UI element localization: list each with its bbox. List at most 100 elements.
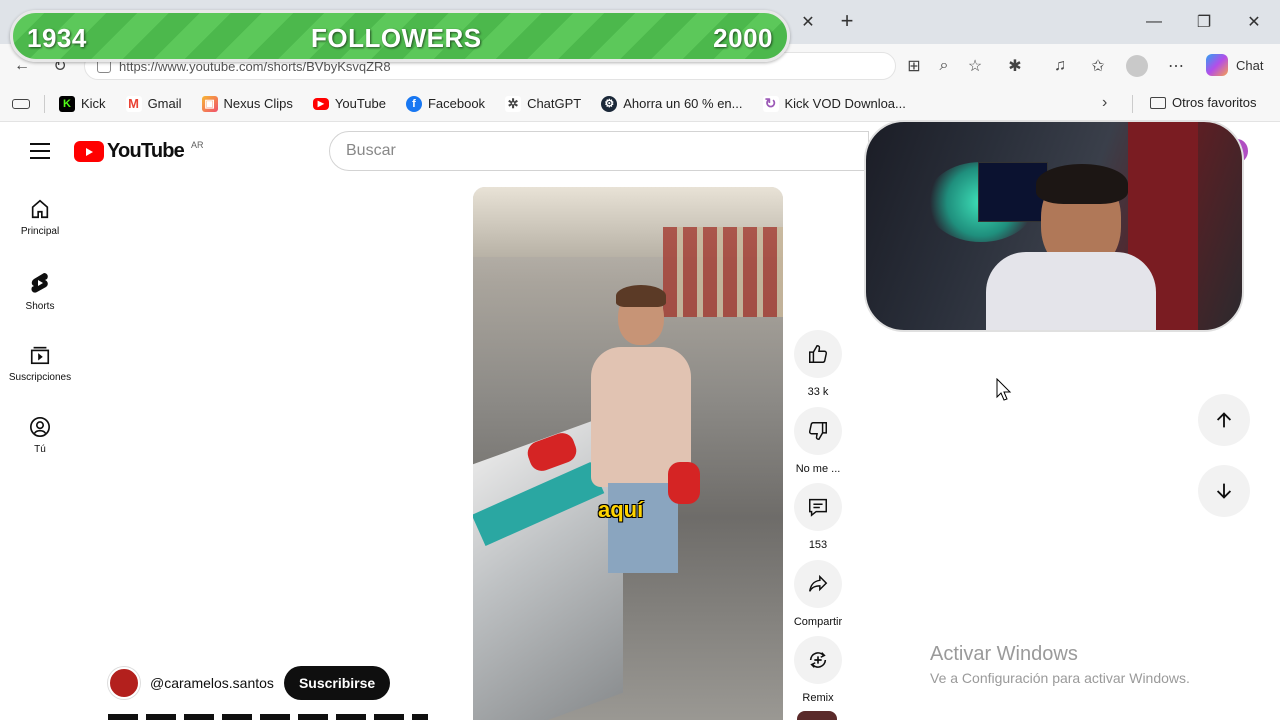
profile-avatar[interactable] bbox=[1126, 55, 1148, 77]
video-caption: aquí bbox=[598, 497, 644, 522]
copilot-chat-button[interactable]: Chat bbox=[1200, 50, 1270, 80]
mouse-cursor-icon bbox=[996, 378, 1012, 401]
nav-item-shorts[interactable]: Shorts bbox=[0, 271, 80, 312]
bookmark-label: Facebook bbox=[427, 96, 486, 111]
remix-label: Remix bbox=[802, 692, 834, 704]
country-code: AR bbox=[190, 140, 204, 150]
kick-icon: K bbox=[59, 95, 75, 112]
bookmark-kick[interactable]: K Kick bbox=[59, 95, 106, 112]
video-red-glove bbox=[668, 462, 700, 504]
share-button[interactable]: Compartir bbox=[794, 560, 842, 628]
remix-icon bbox=[809, 652, 827, 668]
followers-goal-bar: 1934 FOLLOWERS 2000 bbox=[10, 10, 790, 62]
favorite-star-icon[interactable]: ☆ bbox=[963, 54, 987, 78]
close-tab-icon[interactable]: ✕ bbox=[798, 10, 818, 34]
new-tab-icon[interactable]: + bbox=[834, 8, 860, 34]
thumbs-up-icon bbox=[809, 345, 828, 363]
nav-label: Shorts bbox=[25, 301, 55, 312]
extensions-icon[interactable]: ✱ bbox=[1003, 54, 1027, 78]
search-input[interactable]: Buscar bbox=[329, 131, 869, 171]
bookmark-divider bbox=[1132, 95, 1133, 113]
bookmark-youtube[interactable]: ▶ YouTube bbox=[312, 96, 386, 111]
bookmark-chatgpt[interactable]: ✲ ChatGPT bbox=[505, 95, 582, 112]
bookmark-label: Gmail bbox=[147, 96, 182, 111]
nav-item-home[interactable]: Principal bbox=[0, 198, 80, 237]
bookmark-gmail[interactable]: M Gmail bbox=[125, 95, 182, 112]
channel-handle[interactable]: @caramelos.santos bbox=[150, 675, 274, 691]
home-icon bbox=[31, 199, 49, 219]
like-count: 33 k bbox=[807, 386, 829, 398]
video-person-hair bbox=[616, 285, 666, 307]
bookmark-nexus-clips[interactable]: ▣ Nexus Clips bbox=[201, 95, 293, 112]
arrow-up-icon bbox=[1216, 412, 1232, 428]
close-window-icon[interactable]: ✕ bbox=[1242, 10, 1266, 34]
channel-row: @caramelos.santos Suscribirse bbox=[108, 666, 391, 700]
subscribe-button[interactable]: Suscribirse bbox=[283, 666, 391, 700]
followers-goal: 2000 bbox=[713, 23, 773, 53]
bookmark-label: Nexus Clips bbox=[223, 96, 293, 111]
audio-thumbnail[interactable] bbox=[797, 711, 837, 720]
shorts-video-player[interactable]: aquí bbox=[473, 187, 783, 720]
youtube-wordmark: YouTube bbox=[107, 140, 185, 162]
comments-count: 153 bbox=[808, 539, 828, 551]
video-shelves bbox=[663, 227, 783, 317]
steam-icon: ⚙ bbox=[601, 95, 618, 112]
comments-button[interactable]: 153 bbox=[794, 483, 842, 551]
apps-icon[interactable]: ⊞ bbox=[902, 54, 926, 78]
bookmark-label: Kick bbox=[81, 96, 106, 111]
bookmark-kick-vod[interactable]: ↻ Kick VOD Downloa... bbox=[762, 95, 906, 112]
bookmarks-bar: K Kick M Gmail ▣ Nexus Clips ▶ YouTube f Face… bbox=[0, 86, 1280, 122]
minimize-window-icon[interactable]: — bbox=[1142, 10, 1166, 34]
copilot-icon bbox=[1206, 54, 1228, 76]
followers-title: FOLLOWERS bbox=[311, 23, 482, 53]
nav-item-subscriptions[interactable]: Suscripciones bbox=[0, 344, 80, 383]
share-icon bbox=[809, 574, 828, 592]
dislike-button[interactable]: No me ... bbox=[794, 407, 842, 475]
bookmarks-toggle-icon[interactable] bbox=[12, 98, 30, 109]
streamer-webcam bbox=[864, 120, 1244, 332]
youtube-play-icon bbox=[74, 141, 104, 162]
thumbs-down-icon bbox=[808, 422, 827, 440]
gmail-icon: M bbox=[125, 95, 142, 112]
hamburger-menu-icon[interactable] bbox=[30, 143, 50, 159]
bookmark-label: ChatGPT bbox=[527, 96, 582, 111]
previous-short-button[interactable] bbox=[1198, 394, 1250, 446]
other-favorites[interactable]: Otros favoritos bbox=[1150, 95, 1257, 110]
video-title-fragment bbox=[108, 711, 438, 720]
nav-label: Tú bbox=[34, 444, 46, 455]
search-placeholder: Buscar bbox=[346, 142, 396, 159]
dislike-label: No me ... bbox=[795, 463, 841, 475]
nav-item-you[interactable]: Tú bbox=[0, 416, 80, 455]
next-short-button[interactable] bbox=[1198, 465, 1250, 517]
bookmark-label: Ahorra un 60 % en... bbox=[623, 96, 743, 111]
bookmark-steam[interactable]: ⚙ Ahorra un 60 % en... bbox=[601, 95, 743, 112]
facebook-icon: f bbox=[405, 95, 422, 112]
bookmarks-overflow-icon[interactable]: › bbox=[1102, 94, 1107, 112]
favorites-icon[interactable]: ✩ bbox=[1086, 54, 1110, 78]
channel-avatar[interactable] bbox=[108, 667, 140, 699]
watermark-title: Activar Windows bbox=[930, 643, 1078, 665]
bookmark-facebook[interactable]: f Facebook bbox=[405, 95, 486, 112]
zoom-icon[interactable]: ⌕ bbox=[932, 54, 956, 78]
youtube-icon: ▶ bbox=[312, 97, 329, 110]
more-menu-icon[interactable]: ⋯ bbox=[1164, 54, 1188, 78]
watermark-subtitle: Ve a Configuración para activar Windows. bbox=[930, 670, 1190, 686]
folder-icon bbox=[1150, 96, 1166, 109]
nav-label: Principal bbox=[20, 226, 60, 237]
like-button[interactable]: 33 k bbox=[794, 330, 842, 398]
followers-current: 1934 bbox=[27, 23, 87, 53]
remix-button[interactable]: Remix bbox=[794, 636, 842, 704]
media-icon[interactable]: ♫ bbox=[1048, 54, 1072, 78]
comments-icon bbox=[809, 498, 827, 517]
bookmark-label: Kick VOD Downloa... bbox=[784, 96, 906, 111]
nexus-clips-icon: ▣ bbox=[201, 95, 218, 112]
kick-vod-icon: ↻ bbox=[762, 95, 779, 112]
nav-label: Suscripciones bbox=[8, 372, 72, 383]
chatgpt-icon: ✲ bbox=[505, 95, 522, 112]
arrow-down-icon bbox=[1216, 483, 1232, 499]
webcam-person-shirt bbox=[986, 252, 1156, 330]
other-favorites-label: Otros favoritos bbox=[1172, 95, 1257, 110]
youtube-logo[interactable]: YouTube AR bbox=[74, 140, 204, 163]
maximize-window-icon[interactable]: ❐ bbox=[1192, 10, 1216, 34]
chat-label: Chat bbox=[1236, 57, 1264, 73]
